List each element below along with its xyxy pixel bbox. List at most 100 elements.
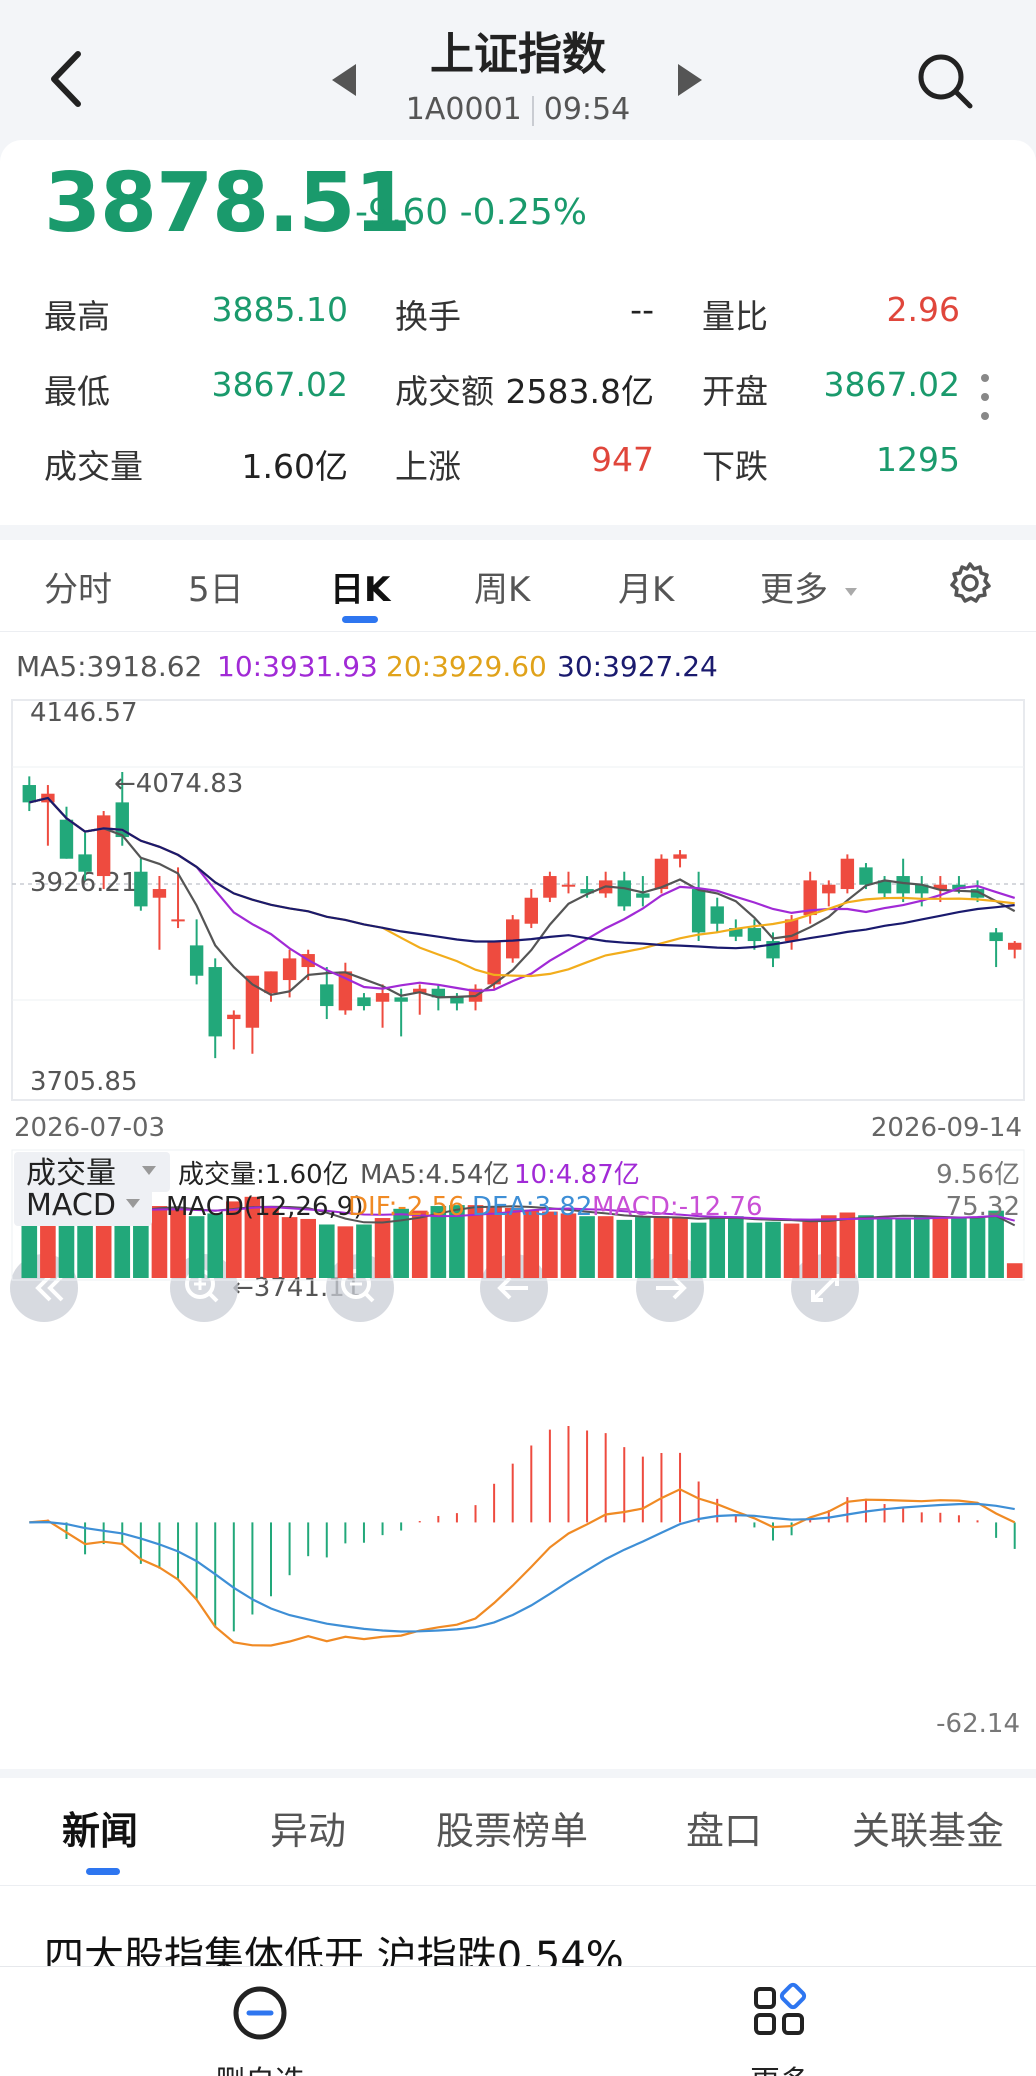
candle-body [691, 889, 706, 933]
candle-body [822, 884, 836, 894]
quote-panel: 3878.51 -9.60 -0.25% 最高 3885.10 换手 -- 量比 2.96… [0, 140, 1036, 525]
volume-ma10: 10:4.87亿 [514, 1160, 640, 1190]
volume-bar [932, 1217, 949, 1278]
volume-bar [318, 1224, 335, 1278]
candle-body [561, 884, 576, 887]
volume-bar [802, 1221, 818, 1278]
gear-icon[interactable] [947, 560, 993, 606]
next-stock-icon[interactable] [676, 62, 704, 98]
stat-value: -- [630, 290, 654, 329]
volume-title: 成交量 [26, 1156, 116, 1191]
prev-stock-icon[interactable] [330, 62, 358, 98]
candle-body [896, 876, 910, 894]
volume-bar [281, 1217, 298, 1278]
candle-body [394, 997, 408, 1002]
volume-bar [58, 1217, 75, 1278]
volume-bar [820, 1215, 837, 1278]
end-date-label: 2026-09-14 [871, 1113, 1022, 1143]
stat-value: 1.60亿 [241, 447, 348, 486]
tab-weekly-k[interactable]: 周K [474, 562, 530, 611]
more-label: 更多 [700, 2057, 860, 2076]
news-item[interactable]: 四大股指集体低开 沪指跌0.54% [0, 1886, 1036, 1966]
y-max-label: 4146.57 [30, 698, 138, 728]
volume-bar [356, 1224, 372, 1278]
candle-body [264, 971, 278, 994]
candle-body [989, 932, 1003, 942]
stat-value: 3867.02 [823, 365, 960, 404]
tab-daily-k[interactable]: 日K [330, 562, 390, 611]
ma30-legend: 30:3927.24 [557, 650, 718, 683]
dropdown-triangle-icon [844, 587, 857, 596]
volume-bar [969, 1218, 986, 1278]
tab-monthly-k[interactable]: 月K [618, 562, 674, 611]
remove-watchlist-label: 删自选 [180, 2057, 340, 2076]
remove-watchlist-button[interactable]: 删自选 [180, 1977, 340, 2076]
candles [22, 772, 1022, 1059]
code-time: 1A0001 09:54 [0, 92, 1036, 127]
tab-intraday[interactable]: 分时 [44, 562, 112, 611]
candle-body [227, 1014, 241, 1020]
start-date-label: 2026-07-03 [14, 1113, 165, 1143]
remove-circle-icon [233, 1986, 287, 2040]
tab-more[interactable]: 更多 [760, 562, 859, 611]
stat-value: 2.96 [886, 290, 960, 329]
candle-body [189, 945, 204, 976]
macd-histogram [46, 1426, 1016, 1632]
candle-body [282, 958, 297, 981]
stock-code: 1A0001 [405, 92, 522, 127]
candle-body [208, 967, 222, 1037]
candle-body [22, 785, 36, 803]
volume-bar [616, 1219, 633, 1278]
kline-chart[interactable]: MA5:3918.62 10:3931.93 20:3929.60 30:392… [0, 632, 1036, 1769]
quote-time: 09:54 [543, 92, 631, 127]
volume-bar [337, 1226, 354, 1278]
volume-bar [951, 1218, 967, 1278]
more-button[interactable]: 更多 [700, 1977, 860, 2076]
y-min-label: 3705.85 [30, 1067, 138, 1097]
ma10-legend: 10:3931.93 [217, 650, 378, 683]
period-tabs: 分时 5日 日K 周K 月K 更多 [0, 540, 1036, 632]
volume-current: 成交量:1.60亿 [178, 1160, 349, 1190]
tab-news[interactable]: 新闻 [62, 1800, 138, 1855]
tab-5day[interactable]: 5日 [188, 562, 244, 611]
page-title: 上证指数 [430, 29, 606, 80]
candle-body [710, 906, 724, 924]
candle-body [506, 919, 520, 959]
volume-bar [858, 1215, 874, 1278]
volume-bar [635, 1217, 651, 1278]
tab-anomaly[interactable]: 异动 [270, 1800, 346, 1855]
candle-body [617, 880, 631, 907]
tab-order-book[interactable]: 盘口 [686, 1800, 762, 1855]
search-icon[interactable] [914, 50, 976, 112]
active-tab-indicator [342, 616, 378, 623]
candle-body [524, 897, 538, 924]
volume-bar [690, 1222, 707, 1278]
candle-body [171, 919, 185, 922]
stat-value: 3885.10 [211, 290, 348, 329]
grid-more-icon [754, 1982, 807, 2035]
tab-stock-ranking[interactable]: 股票榜单 [436, 1800, 588, 1855]
volume-bar [746, 1222, 763, 1278]
top-header: 上证指数 1A0001 09:54 [0, 0, 1036, 140]
macd-title: MACD [26, 1188, 116, 1223]
volume-bar [560, 1213, 577, 1278]
volume-bar [765, 1221, 781, 1278]
volume-bar [579, 1216, 595, 1278]
tab-related-funds[interactable]: 关联基金 [852, 1800, 1004, 1855]
stat-label: 最高 [44, 297, 110, 336]
macd-dif: DIF:-2.56 [348, 1192, 465, 1222]
stat-value: 3867.02 [211, 365, 348, 404]
candle-body [134, 871, 148, 907]
change-percent: -0.25% [459, 192, 587, 233]
volume-bar [151, 1206, 168, 1278]
chart-area: MA5:3918.62 10:3931.93 20:3929.60 30:392… [0, 632, 1036, 1769]
candle-body [673, 854, 687, 859]
volume-max-label: 9.56亿 [936, 1160, 1020, 1190]
candle-body [96, 815, 111, 877]
more-dots-icon[interactable] [978, 372, 992, 422]
stat-value: 1295 [876, 440, 960, 479]
candle-body [543, 876, 557, 898]
volume-ma5: MA5:4.54亿 [360, 1160, 509, 1190]
y-mid-label: 3926.21 [30, 868, 138, 898]
candle-body [747, 928, 762, 942]
